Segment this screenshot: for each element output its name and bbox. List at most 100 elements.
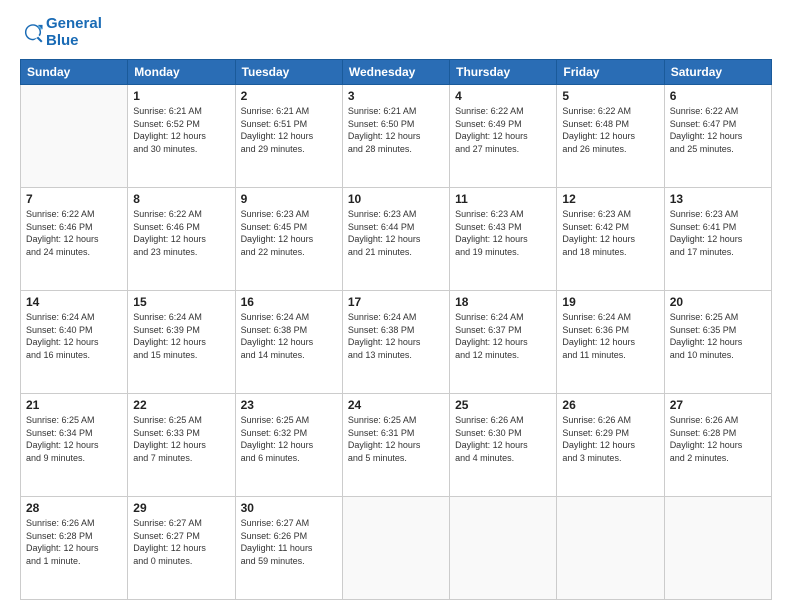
day-number: 20: [670, 295, 766, 309]
calendar-cell: 21 Sunrise: 6:25 AMSunset: 6:34 PMDayligh…: [21, 394, 128, 497]
calendar-cell: 11 Sunrise: 6:23 AMSunset: 6:43 PMDayligh…: [450, 188, 557, 291]
calendar-cell: [557, 497, 664, 600]
day-number: 26: [562, 398, 658, 412]
calendar-cell: 27 Sunrise: 6:26 AMSunset: 6:28 PMDayligh…: [664, 394, 771, 497]
day-info: Sunrise: 6:24 AMSunset: 6:36 PMDaylight:…: [562, 311, 658, 361]
logo-icon: [22, 22, 44, 44]
col-monday: Monday: [128, 60, 235, 85]
calendar-cell: 2 Sunrise: 6:21 AMSunset: 6:51 PMDaylight…: [235, 85, 342, 188]
day-number: 12: [562, 192, 658, 206]
calendar-cell: 18 Sunrise: 6:24 AMSunset: 6:37 PMDayligh…: [450, 291, 557, 394]
day-info: Sunrise: 6:22 AMSunset: 6:46 PMDaylight:…: [133, 208, 229, 258]
calendar-cell: 28 Sunrise: 6:26 AMSunset: 6:28 PMDayligh…: [21, 497, 128, 600]
day-number: 18: [455, 295, 551, 309]
col-sunday: Sunday: [21, 60, 128, 85]
day-number: 28: [26, 501, 122, 515]
day-info: Sunrise: 6:23 AMSunset: 6:42 PMDaylight:…: [562, 208, 658, 258]
day-info: Sunrise: 6:22 AMSunset: 6:47 PMDaylight:…: [670, 105, 766, 155]
day-number: 7: [26, 192, 122, 206]
calendar-cell: 26Sunrise: 6:26 AMSunset: 6:29 PMDayligh…: [557, 394, 664, 497]
day-number: 8: [133, 192, 229, 206]
calendar-cell: 8 Sunrise: 6:22 AMSunset: 6:46 PMDaylight…: [128, 188, 235, 291]
calendar-cell: 30 Sunrise: 6:27 AMSunset: 6:26 PMDayligh…: [235, 497, 342, 600]
day-info: Sunrise: 6:21 AMSunset: 6:52 PMDaylight:…: [133, 105, 229, 155]
calendar-cell: 7Sunrise: 6:22 AMSunset: 6:46 PMDaylight…: [21, 188, 128, 291]
day-info: Sunrise: 6:23 AMSunset: 6:44 PMDaylight:…: [348, 208, 444, 258]
day-number: 15: [133, 295, 229, 309]
calendar-cell: [21, 85, 128, 188]
day-info: Sunrise: 6:23 AMSunset: 6:43 PMDaylight:…: [455, 208, 551, 258]
day-info: Sunrise: 6:24 AMSunset: 6:38 PMDaylight:…: [241, 311, 337, 361]
day-number: 11: [455, 192, 551, 206]
col-thursday: Thursday: [450, 60, 557, 85]
logo-line2: Blue: [46, 33, 102, 50]
col-wednesday: Wednesday: [342, 60, 449, 85]
calendar-cell: 17Sunrise: 6:24 AMSunset: 6:38 PMDayligh…: [342, 291, 449, 394]
day-number: 5: [562, 89, 658, 103]
calendar-cell: 5 Sunrise: 6:22 AMSunset: 6:48 PMDaylight…: [557, 85, 664, 188]
day-number: 25: [455, 398, 551, 412]
week-row-2: 14Sunrise: 6:24 AMSunset: 6:40 PMDayligh…: [21, 291, 772, 394]
day-info: Sunrise: 6:25 AMSunset: 6:33 PMDaylight:…: [133, 414, 229, 464]
col-tuesday: Tuesday: [235, 60, 342, 85]
logo-line1: General: [46, 16, 102, 33]
day-number: 13: [670, 192, 766, 206]
day-number: 2: [241, 89, 337, 103]
calendar-cell: 25Sunrise: 6:26 AMSunset: 6:30 PMDayligh…: [450, 394, 557, 497]
day-info: Sunrise: 6:22 AMSunset: 6:48 PMDaylight:…: [562, 105, 658, 155]
calendar-cell: 3Sunrise: 6:21 AMSunset: 6:50 PMDaylight…: [342, 85, 449, 188]
day-info: Sunrise: 6:25 AMSunset: 6:34 PMDaylight:…: [26, 414, 122, 464]
day-info: Sunrise: 6:25 AMSunset: 6:31 PMDaylight:…: [348, 414, 444, 464]
day-info: Sunrise: 6:26 AMSunset: 6:28 PMDaylight:…: [670, 414, 766, 464]
calendar-cell: [664, 497, 771, 600]
week-row-3: 21 Sunrise: 6:25 AMSunset: 6:34 PMDayligh…: [21, 394, 772, 497]
week-row-1: 7 Sunrise: 6:22 AMSunset: 6:46 PMDaylight…: [21, 188, 772, 291]
day-info: Sunrise: 6:24 AMSunset: 6:37 PMDaylight:…: [455, 311, 551, 361]
day-number: 6: [670, 89, 766, 103]
calendar-cell: 19 Sunrise: 6:24 AMSunset: 6:36 PMDayligh…: [557, 291, 664, 394]
day-info: Sunrise: 6:25 AMSunset: 6:35 PMDaylight:…: [670, 311, 766, 361]
calendar-cell: 23 Sunrise: 6:25 AMSunset: 6:32 PMDayligh…: [235, 394, 342, 497]
calendar-page: General Blue Sunday Monday Tuesday Wedne…: [0, 0, 792, 612]
calendar-cell: 10 Sunrise: 6:23 AMSunset: 6:44 PMDayligh…: [342, 188, 449, 291]
col-friday: Friday: [557, 60, 664, 85]
calendar-cell: 20 Sunrise: 6:25 AMSunset: 6:35 PMDayligh…: [664, 291, 771, 394]
calendar-cell: 29Sunrise: 6:27 AMSunset: 6:27 PMDayligh…: [128, 497, 235, 600]
day-info: Sunrise: 6:23 AMSunset: 6:45 PMDaylight:…: [241, 208, 337, 258]
col-saturday: Saturday: [664, 60, 771, 85]
day-info: Sunrise: 6:26 AMSunset: 6:28 PMDaylight:…: [26, 517, 122, 567]
day-info: Sunrise: 6:23 AMSunset: 6:41 PMDaylight:…: [670, 208, 766, 258]
day-number: 10: [348, 192, 444, 206]
day-number: 21: [26, 398, 122, 412]
day-info: Sunrise: 6:25 AMSunset: 6:32 PMDaylight:…: [241, 414, 337, 464]
day-info: Sunrise: 6:22 AMSunset: 6:49 PMDaylight:…: [455, 105, 551, 155]
day-number: 1: [133, 89, 229, 103]
calendar-cell: 4 Sunrise: 6:22 AMSunset: 6:49 PMDaylight…: [450, 85, 557, 188]
calendar-cell: 16 Sunrise: 6:24 AMSunset: 6:38 PMDayligh…: [235, 291, 342, 394]
calendar-cell: 24 Sunrise: 6:25 AMSunset: 6:31 PMDayligh…: [342, 394, 449, 497]
logo: General Blue: [20, 16, 102, 49]
day-info: Sunrise: 6:24 AMSunset: 6:39 PMDaylight:…: [133, 311, 229, 361]
day-number: 3: [348, 89, 444, 103]
day-number: 4: [455, 89, 551, 103]
calendar-cell: 13 Sunrise: 6:23 AMSunset: 6:41 PMDayligh…: [664, 188, 771, 291]
calendar-cell: 14Sunrise: 6:24 AMSunset: 6:40 PMDayligh…: [21, 291, 128, 394]
day-number: 30: [241, 501, 337, 515]
calendar-cell: 22 Sunrise: 6:25 AMSunset: 6:33 PMDayligh…: [128, 394, 235, 497]
day-number: 17: [348, 295, 444, 309]
day-number: 19: [562, 295, 658, 309]
day-number: 23: [241, 398, 337, 412]
day-number: 27: [670, 398, 766, 412]
day-number: 22: [133, 398, 229, 412]
day-number: 14: [26, 295, 122, 309]
day-number: 24: [348, 398, 444, 412]
calendar-cell: 9Sunrise: 6:23 AMSunset: 6:45 PMDaylight…: [235, 188, 342, 291]
day-info: Sunrise: 6:21 AMSunset: 6:51 PMDaylight:…: [241, 105, 337, 155]
calendar-cell: [450, 497, 557, 600]
calendar-cell: 12 Sunrise: 6:23 AMSunset: 6:42 PMDayligh…: [557, 188, 664, 291]
calendar-cell: [342, 497, 449, 600]
day-number: 16: [241, 295, 337, 309]
day-info: Sunrise: 6:27 AMSunset: 6:26 PMDaylight:…: [241, 517, 337, 567]
calendar-table: Sunday Monday Tuesday Wednesday Thursday…: [20, 59, 772, 600]
calendar-cell: 1 Sunrise: 6:21 AMSunset: 6:52 PMDaylight…: [128, 85, 235, 188]
